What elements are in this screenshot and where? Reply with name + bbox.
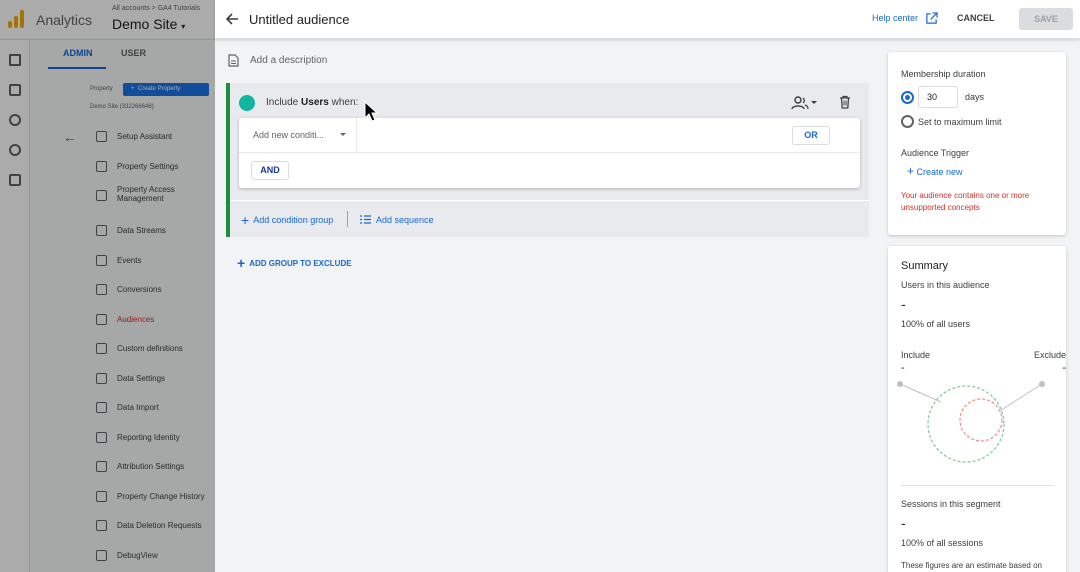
or-button[interactable]: OR (792, 126, 830, 145)
mouse-cursor-icon (364, 101, 378, 122)
max-limit-radio[interactable] (901, 115, 914, 128)
venn-diagram (897, 381, 1045, 463)
scope-selector-icon[interactable] (789, 94, 819, 112)
group-color-dot (239, 95, 255, 111)
back-arrow-icon[interactable] (223, 9, 243, 29)
include-label: Include (901, 350, 931, 360)
include-leader (899, 383, 942, 403)
days-label: days (965, 92, 985, 102)
membership-duration-title: Membership duration (901, 69, 986, 79)
include-header: Include Users when: (266, 97, 358, 108)
include-value: - (901, 362, 905, 374)
delete-icon[interactable] (838, 95, 852, 109)
add-group-to-exclude-button[interactable]: + ADD GROUP TO EXCLUDE (237, 255, 352, 271)
include-circle (927, 385, 1005, 463)
add-condition-group-label: Add condition group (253, 215, 334, 225)
plus-icon: + (907, 164, 915, 178)
audience-trigger-title: Audience Trigger (901, 148, 970, 158)
include-leader-dot (897, 381, 903, 387)
users-value: - (901, 296, 906, 312)
exclude-leader-dot (1039, 381, 1045, 387)
add-sequence-label: Add sequence (376, 215, 434, 225)
help-center-link[interactable]: Help center (872, 13, 918, 23)
sequence-icon (360, 215, 371, 224)
and-button[interactable]: AND (251, 161, 289, 180)
sessions-pct: 100% of all sessions (901, 538, 984, 548)
max-limit-label[interactable]: Set to maximum limit (918, 117, 1002, 127)
summary-card: Summary Users in this audience - 100% of… (888, 246, 1066, 572)
scope-label: Users (301, 97, 329, 108)
include-suffix: when: (331, 97, 359, 108)
estimate-note: These figures are an estimate based on (901, 561, 1042, 570)
audience-builder-panel: Untitled audience Help center CANCEL SAV… (215, 0, 1080, 572)
divider (356, 118, 357, 153)
include-prefix: Include (266, 97, 299, 108)
add-sequence-button[interactable]: Add sequence (360, 215, 434, 225)
open-in-new-icon[interactable] (925, 12, 938, 25)
sessions-value: - (901, 515, 906, 531)
days-radio[interactable] (901, 91, 914, 104)
create-new-label: Create new (916, 167, 963, 177)
users-pct: 100% of all users (901, 319, 971, 329)
page-title[interactable]: Untitled audience (249, 12, 349, 27)
scrim-overlay[interactable] (0, 0, 215, 572)
exclude-value: - (1062, 362, 1066, 374)
include-exclude-venn: Include Exclude - - (897, 346, 1066, 476)
sessions-label: Sessions in this segment (901, 499, 1001, 509)
add-condition-dropdown[interactable]: Add new conditi... (253, 130, 324, 140)
exclude-label: Exclude (1033, 350, 1066, 360)
plus-icon: + (241, 212, 250, 228)
membership-card: Membership duration 30 days Set to maxim… (888, 52, 1066, 235)
users-label: Users in this audience (901, 280, 990, 290)
cancel-button[interactable]: CANCEL (957, 13, 995, 23)
divider (901, 485, 1054, 486)
plus-icon: + (237, 255, 246, 271)
summary-title: Summary (901, 260, 949, 272)
include-condition-group: Include Users when: Add new conditi... O… (226, 83, 869, 237)
save-button[interactable]: SAVE (1019, 8, 1073, 30)
create-new-trigger-button[interactable]: + Create new (907, 164, 963, 178)
exclude-leader (997, 383, 1043, 413)
panel-header: Untitled audience Help center CANCEL SAV… (215, 0, 1080, 39)
group-footer: + Add condition group Add sequence (230, 200, 869, 237)
chevron-down-icon (340, 133, 346, 136)
add-exclude-label: ADD GROUP TO EXCLUDE (249, 259, 352, 268)
description-icon (228, 54, 239, 67)
exclude-circle (959, 398, 1003, 442)
condition-row: Add new conditi... OR (239, 118, 860, 153)
days-input[interactable]: 30 (918, 86, 958, 108)
description-input[interactable]: Add a description (250, 55, 327, 66)
add-condition-group-button[interactable]: + Add condition group (241, 212, 334, 228)
condition-card: Add new conditi... OR AND (239, 118, 860, 188)
unsupported-warning: Your audience contains one or more unsup… (901, 191, 1030, 212)
divider (347, 211, 348, 227)
